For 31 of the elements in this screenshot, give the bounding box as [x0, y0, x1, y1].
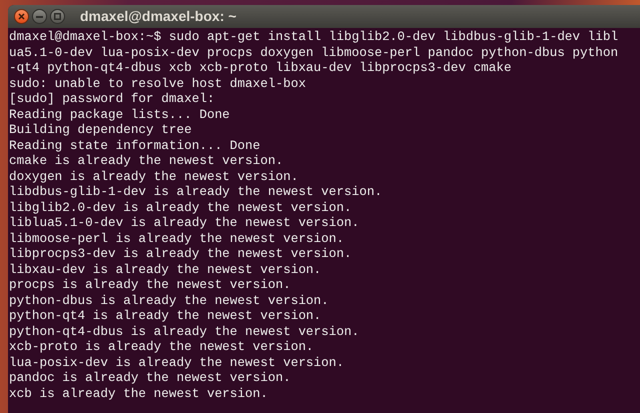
terminal-line: -qt4 python-qt4-dbus xcb xcb-proto libxau-dev libprocps3-dev cmake	[9, 60, 512, 76]
terminal-line: pandoc is already the newest version.	[9, 370, 291, 386]
terminal-line: xcb is already the newest version.	[9, 386, 268, 401]
terminal-line: python-qt4 is already the newest version.	[9, 308, 322, 324]
terminal-line: libmoose-perl is already the newest version.	[9, 230, 344, 246]
close-button[interactable]	[14, 9, 29, 24]
terminal-line: dmaxel@dmaxel-box:~$ sudo apt-get install libglib2.0-dev libdbus-glib-1-dev libl	[9, 29, 618, 44]
terminal-line: xcb-proto is already the newest version.	[9, 339, 314, 354]
terminal-line: libxau-dev is already the newest version.	[9, 262, 322, 277]
terminal-line: Reading state information... Done	[9, 138, 260, 153]
close-icon	[18, 13, 25, 20]
terminal-line: Reading package lists... Done	[9, 106, 230, 122]
maximize-icon	[54, 13, 61, 20]
terminal-line: procps is already the newest version.	[9, 277, 291, 292]
terminal-line: libprocps3-dev is already the newest version.	[9, 246, 352, 262]
maximize-button[interactable]	[50, 9, 65, 24]
terminal-line: libdbus-glib-1-dev is already the newest version.	[9, 184, 382, 200]
terminal-line: lua-posix-dev is already the newest version.	[9, 354, 344, 370]
terminal-line: [sudo] password for dmaxel:	[9, 91, 215, 106]
terminal-line: sudo: unable to resolve host dmaxel-box	[9, 76, 306, 91]
minimize-icon	[36, 16, 43, 18]
terminal-line: liblua5.1-0-dev is already the newest version.	[9, 215, 360, 230]
terminal-line: Building dependency tree	[9, 122, 192, 138]
terminal-line: doxygen is already the newest version.	[9, 168, 298, 184]
window-title: dmaxel@dmaxel-box: ~	[80, 7, 236, 26]
terminal-line: cmake is already the newest version.	[9, 153, 284, 168]
terminal-line: python-qt4-dbus is already the newest version.	[9, 324, 360, 339]
terminal-line: libglib2.0-dev is already the newest version.	[9, 200, 352, 215]
terminal-line: python-dbus is already the newest version.	[9, 292, 329, 308]
minimize-button[interactable]	[32, 9, 47, 24]
terminal-line: ua5.1-0-dev lua-posix-dev procps doxygen libmoose-perl pandoc python-dbus python	[9, 44, 618, 60]
